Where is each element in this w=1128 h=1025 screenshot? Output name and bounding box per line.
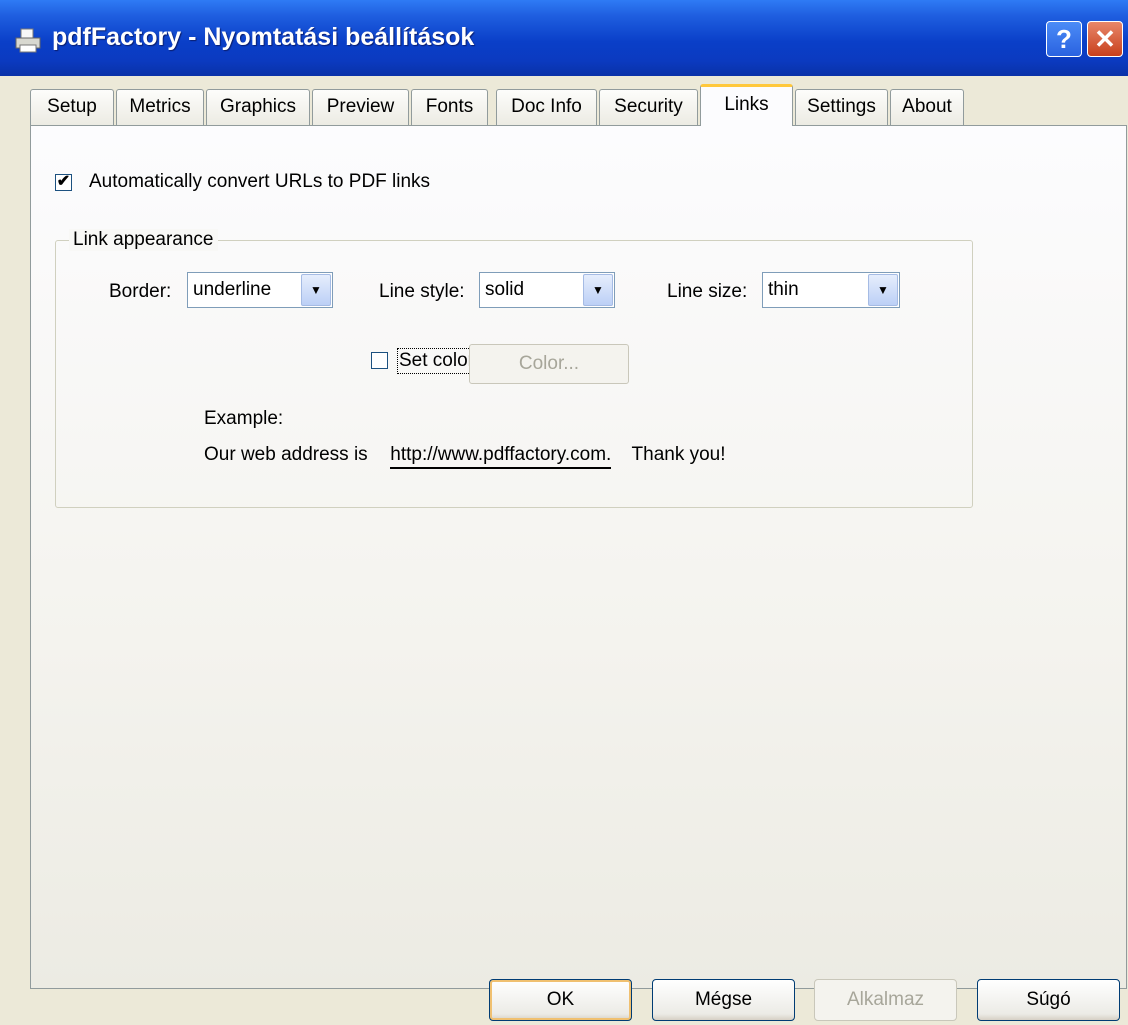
auto-convert-label[interactable]: Automatically convert URLs to PDF links xyxy=(89,171,430,193)
tab-metrics[interactable]: Metrics xyxy=(116,89,204,125)
color-button[interactable]: Color... xyxy=(469,344,629,384)
chevron-down-icon[interactable]: ▼ xyxy=(868,274,898,306)
tab-links[interactable]: Links xyxy=(700,84,793,126)
set-color-label[interactable]: Set color: xyxy=(396,348,482,374)
border-select[interactable]: underline ▼ xyxy=(187,272,333,308)
links-tab-panel: ✔ Automatically convert URLs to PDF link… xyxy=(30,125,1127,989)
border-label: Border: xyxy=(109,281,172,302)
apply-button[interactable]: Alkalmaz xyxy=(814,979,957,1021)
help-button[interactable]: Súgó xyxy=(977,979,1120,1021)
tab-preview[interactable]: Preview xyxy=(312,89,409,125)
line-size-select-value: thin xyxy=(768,279,799,300)
cancel-button[interactable]: Mégse xyxy=(652,979,795,1021)
chevron-down-icon[interactable]: ▼ xyxy=(301,274,331,306)
help-title-button[interactable]: ? xyxy=(1046,21,1082,57)
example-text: Our web address is http://www.pdffactory… xyxy=(204,444,726,469)
example-prefix: Our web address is xyxy=(204,444,368,465)
line-style-select-value: solid xyxy=(485,279,525,300)
set-color-checkbox[interactable] xyxy=(371,352,388,369)
tab-fonts[interactable]: Fonts xyxy=(411,89,488,125)
tab-graphics[interactable]: Graphics xyxy=(206,89,310,125)
line-style-select[interactable]: solid ▼ xyxy=(479,272,615,308)
line-size-select[interactable]: thin ▼ xyxy=(762,272,900,308)
close-button[interactable]: ✕ xyxy=(1087,21,1123,57)
example-suffix: Thank you! xyxy=(631,444,726,465)
title-bar: pdfFactory - Nyomtatási beállítások ? ✕ xyxy=(0,0,1128,76)
chevron-down-icon[interactable]: ▼ xyxy=(583,274,613,306)
tab-doc-info[interactable]: Doc Info xyxy=(496,89,597,125)
line-size-label: Line size: xyxy=(667,281,748,302)
window-title: pdfFactory - Nyomtatási beállítások xyxy=(52,23,475,51)
auto-convert-checkbox[interactable]: ✔ xyxy=(55,174,72,191)
printer-icon xyxy=(15,28,41,53)
tab-security[interactable]: Security xyxy=(599,89,698,125)
line-style-label: Line style: xyxy=(379,281,465,302)
tab-setup[interactable]: Setup xyxy=(30,89,114,125)
example-url: http://www.pdffactory.com. xyxy=(390,444,612,469)
link-appearance-title: Link appearance xyxy=(69,229,218,251)
border-select-value: underline xyxy=(193,279,272,300)
tab-about[interactable]: About xyxy=(890,89,964,125)
example-label: Example: xyxy=(204,408,284,429)
tab-settings[interactable]: Settings xyxy=(795,89,888,125)
ok-button[interactable]: OK xyxy=(489,979,632,1021)
